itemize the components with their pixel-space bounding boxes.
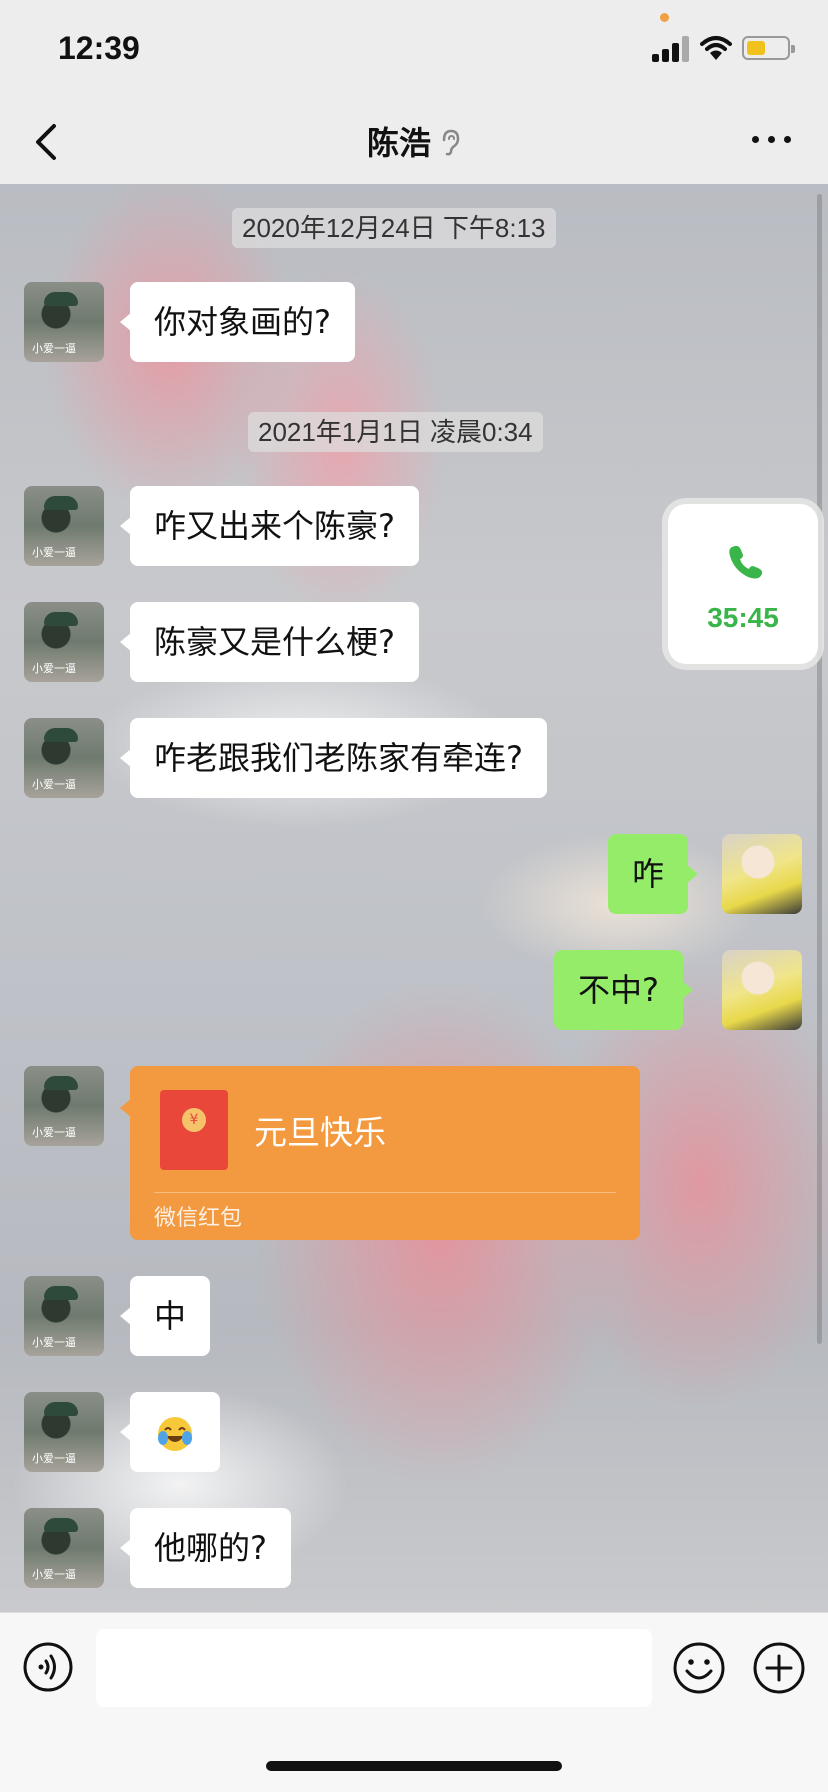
incoming-message-bubble[interactable]: 陈豪又是什么梗?	[120, 602, 419, 682]
message-input-bar	[0, 1612, 828, 1792]
contact-avatar[interactable]: 小爱一逼	[24, 718, 104, 798]
outgoing-message-bubble[interactable]: 不中?	[554, 950, 693, 1030]
red-packet-message[interactable]: ¥ 元旦快乐 微信红包	[120, 1066, 640, 1240]
incoming-message-bubble[interactable]: 咋老跟我们老陈家有牵连?	[120, 718, 547, 798]
divider	[154, 1192, 616, 1193]
privacy-indicator-dot	[660, 13, 669, 22]
message-timestamp: 2021年1月1日 凌晨0:34	[248, 412, 543, 452]
home-indicator[interactable]	[266, 1761, 562, 1771]
avatar-caption: 小爱一逼	[32, 1126, 76, 1139]
chat-title: 陈浩	[366, 124, 431, 162]
status-time: 12:39	[58, 30, 140, 66]
emoji-button[interactable]	[672, 1641, 726, 1695]
call-duration: 35:45	[707, 602, 779, 633]
chat-message-list[interactable]: 2020年12月24日 下午8:13 小爱一逼 你对象画的? 2021年1月1日…	[0, 184, 828, 1612]
contact-avatar[interactable]: 小爱一逼	[24, 486, 104, 566]
contact-avatar[interactable]: 小爱一逼	[24, 1066, 104, 1146]
chat-header: 陈浩	[0, 100, 828, 184]
incoming-message-bubble[interactable]: 咋又出来个陈豪?	[120, 486, 419, 566]
red-packet-label: 微信红包	[154, 1206, 243, 1231]
contact-avatar[interactable]: 小爱一逼	[24, 1392, 104, 1472]
avatar-caption: 小爱一逼	[32, 1452, 76, 1465]
contact-avatar[interactable]: 小爱一逼	[24, 1508, 104, 1588]
red-envelope-icon: ¥	[160, 1090, 228, 1170]
avatar-caption: 小爱一逼	[32, 342, 76, 355]
wifi-icon	[700, 36, 732, 60]
incoming-message-bubble[interactable]: 中	[119, 1276, 211, 1356]
incoming-message-bubble[interactable]: 他哪的?	[120, 1508, 291, 1588]
ongoing-call-floating-window[interactable]: 35:45	[668, 504, 818, 664]
voice-input-button[interactable]	[22, 1641, 74, 1693]
cellular-signal-icon	[652, 36, 692, 62]
phone-icon	[729, 545, 763, 579]
crying-laughing-face-icon	[158, 1417, 192, 1451]
avatar-caption: 小爱一逼	[32, 1568, 76, 1581]
status-bar: 12:39	[0, 0, 828, 100]
my-avatar[interactable]	[722, 834, 802, 914]
avatar-caption: 小爱一逼	[32, 662, 76, 675]
avatar-caption: 小爱一逼	[32, 1336, 76, 1349]
message-text-input[interactable]	[96, 1629, 652, 1707]
earpiece-mode-icon	[442, 129, 460, 156]
incoming-emoji-bubble[interactable]	[120, 1392, 220, 1472]
more-options-button[interactable]	[752, 134, 792, 146]
red-packet-title: 元旦快乐	[254, 1113, 386, 1152]
incoming-message-bubble[interactable]: 你对象画的?	[120, 282, 355, 362]
contact-avatar[interactable]: 小爱一逼	[24, 602, 104, 682]
scrollbar[interactable]	[817, 194, 822, 1344]
contact-avatar[interactable]: 小爱一逼	[24, 282, 104, 362]
battery-icon	[742, 36, 795, 60]
more-functions-plus-button[interactable]	[752, 1641, 806, 1695]
avatar-caption: 小爱一逼	[32, 778, 76, 791]
chat-title-container: 陈浩	[0, 118, 828, 164]
contact-avatar[interactable]: 小爱一逼	[24, 1276, 104, 1356]
outgoing-message-bubble[interactable]: 咋	[608, 834, 699, 914]
avatar-caption: 小爱一逼	[32, 546, 76, 559]
my-avatar[interactable]	[722, 950, 802, 1030]
message-timestamp: 2020年12月24日 下午8:13	[232, 208, 556, 248]
